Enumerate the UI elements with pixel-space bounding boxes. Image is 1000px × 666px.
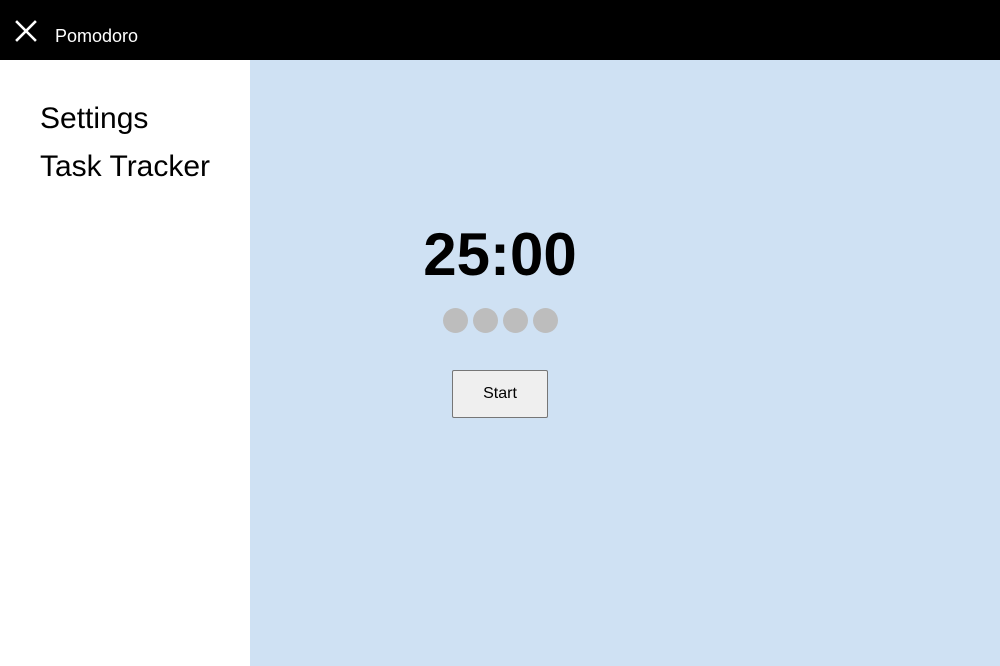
sidebar-item-settings[interactable]: Settings <box>40 102 148 136</box>
sidebar: Settings Task Tracker <box>0 60 250 666</box>
app-title: Pomodoro <box>55 26 139 46</box>
session-dot <box>442 308 468 333</box>
sidebar-item-task-tracker[interactable]: Task Tracker <box>40 150 210 184</box>
close-icon <box>15 20 37 42</box>
timer-panel: 25:00 Start <box>250 60 1000 666</box>
close-button[interactable] <box>14 19 38 43</box>
app-header: Pomodoro <box>0 0 1000 60</box>
session-dot <box>502 308 528 333</box>
session-dot <box>472 308 498 333</box>
session-dot <box>532 308 558 333</box>
timer-display: 25:00 <box>423 221 577 288</box>
start-button[interactable]: Start <box>452 370 548 418</box>
session-progress <box>250 308 750 333</box>
